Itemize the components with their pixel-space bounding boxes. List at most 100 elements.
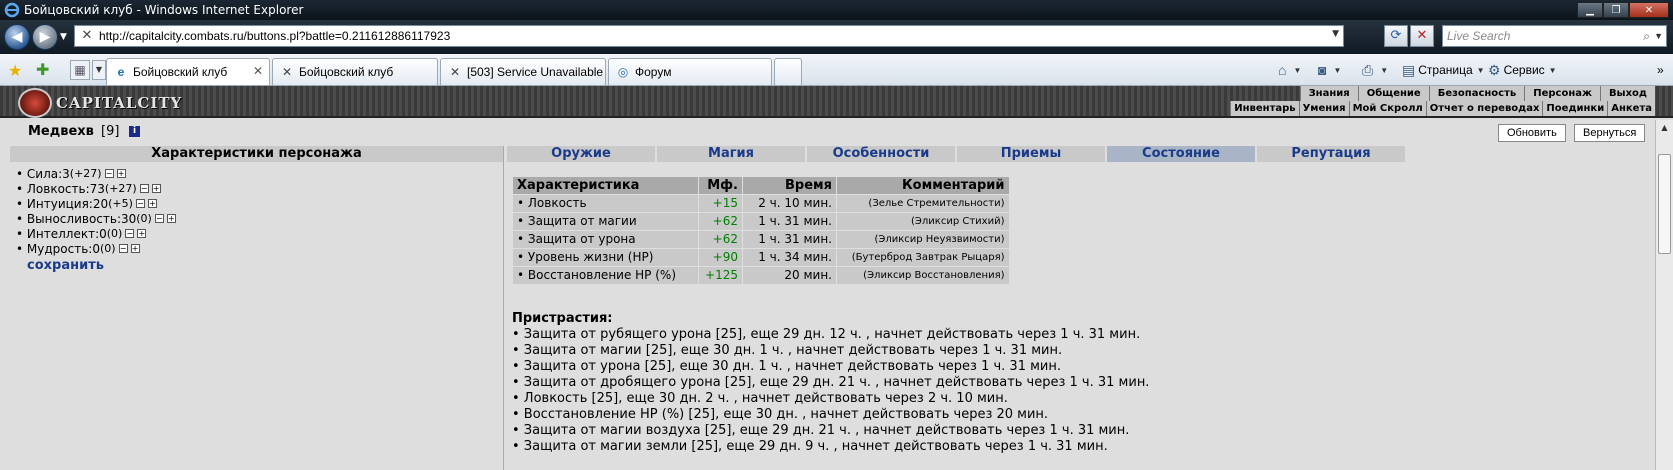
minus-icon[interactable]: − [135,199,145,208]
stat-value: 0 [92,241,100,256]
back-button[interactable]: ◀ [4,24,30,50]
game-frame: CAPITALCITY Знания Общение Безопасность … [0,86,1673,470]
menu-item-communication[interactable]: Общение [1357,86,1429,101]
refresh-button[interactable]: Обновить [1498,124,1566,142]
minus-icon[interactable]: − [139,184,149,193]
plus-icon[interactable]: + [166,214,176,223]
print-button[interactable]: ⎙ ▼ [1362,60,1388,80]
search-input[interactable]: Live Search ⌕ ▼ [1442,25,1667,47]
favorites-star-icon[interactable]: ★ [8,61,22,80]
browser-tab-label: Бойцовский клуб [133,65,228,79]
stat-row-strength: • Сила: 3 (+27) − + [16,166,126,181]
close-window-button[interactable]: ✕ [1629,2,1669,18]
window-controls: ▁ ❐ ✕ [1577,2,1669,18]
list-item: • Защита от урона [25], еще 30 дн. 1 ч. … [512,359,1061,374]
stats-list: • Сила: 3 (+27) − + • Ловкость: 73 (+27) − + •… [16,166,176,273]
new-tab-button[interactable] [774,58,802,85]
effect-comment: (Эликсир Неуязвимости) [836,229,1009,248]
plus-icon[interactable]: + [147,199,157,208]
stat-label: Мудрость: [26,241,93,256]
tab-state[interactable]: Состояние [1107,146,1257,162]
tab-features[interactable]: Особенности [807,146,957,162]
menu-item-skills[interactable]: Умения [1298,101,1349,116]
tab-magic[interactable]: Магия [657,146,807,162]
address-dropdown-icon[interactable]: ▼ [1332,29,1339,39]
browser-tab-label: Бойцовский клуб [299,65,394,79]
return-button[interactable]: Вернуться [1574,124,1646,142]
info-icon[interactable]: i [129,126,140,137]
save-link[interactable]: сохранить [27,258,176,273]
search-icon[interactable]: ⌕ [1643,26,1650,46]
game-header: CAPITALCITY Знания Общение Безопасность … [0,86,1673,118]
browser-tab-1[interactable]: e Бойцовский клуб ✕ [106,58,270,85]
tab-techniques[interactable]: Приемы [957,146,1107,162]
browser-tab-4[interactable]: ◎ Форум [608,58,772,85]
scrollbar-thumb[interactable] [1658,154,1671,254]
browser-tab-2[interactable]: ✕ Бойцовский клуб [272,58,438,85]
column-header: Характеристика [512,177,699,194]
list-item: • Защита от магии [25], еще 30 дн. 1 ч. … [512,343,1063,358]
stat-row-endurance: • Выносливость: 30 (0) − + [16,211,176,226]
column-header: Комментарий [836,177,1009,194]
address-url[interactable]: http://capitalcity.combats.ru/buttons.pl… [99,29,450,43]
effect-time: 1 ч. 34 мин. [742,247,837,266]
refresh-page-button[interactable]: ⟳ [1384,25,1408,47]
browser-tab-label: [503] Service Unavailable [467,65,604,79]
city-emblem-icon [18,88,52,118]
add-favorite-icon[interactable]: ✚ [36,60,49,79]
search-placeholder: Live Search [1447,29,1511,43]
effect-name: • Восстановление HP (%) [512,265,699,284]
tab-list-dropdown[interactable]: ▼ [92,60,106,80]
address-bar[interactable]: ✕ http://capitalcity.combats.ru/buttons.… [74,25,1344,47]
plus-icon[interactable]: + [116,169,126,178]
effect-name: • Уровень жизни (HP) [512,247,699,266]
menu-item-security[interactable]: Безопасность [1428,86,1525,101]
forward-button[interactable]: ▶ [32,24,58,50]
menu-item-transfer-report[interactable]: Отчет о переводах [1425,101,1543,116]
quick-tabs-button[interactable]: ▦ [70,60,90,80]
browser-tab-3[interactable]: ✕ [503] Service Unavailable [440,58,606,85]
menu-item-exit[interactable]: Выход [1599,86,1655,101]
tab-weapons[interactable]: Оружие [507,146,657,162]
minus-icon[interactable]: − [104,169,114,178]
stat-row-intellect: • Интеллект: 0 (0) − + [16,226,147,241]
home-button[interactable]: ⌂ ▼ [1278,60,1301,80]
forum-icon: ◎ [617,65,629,79]
menu-item-my-scroll[interactable]: Мой Скролл [1348,101,1426,116]
tools-menu-label: Сервис [1503,63,1545,77]
game-logo: CAPITALCITY [56,94,183,112]
toolbar-overflow-icon[interactable]: » [1657,60,1664,80]
effect-mf: +125 [698,265,743,284]
stat-label: Интеллект: [26,226,100,241]
minimize-button[interactable]: ▁ [1577,2,1603,18]
history-dropdown-icon[interactable]: ▼ [60,32,67,42]
close-tab-icon[interactable]: ✕ [253,64,263,78]
minus-icon[interactable]: − [118,244,128,253]
page-scrollbar[interactable]: ▲ [1655,120,1673,470]
stat-value: 73 [89,181,105,196]
list-item: • Защита от магии земли [25], еще 29 дн.… [512,439,1108,454]
menu-item-inventory[interactable]: Инвентарь [1230,101,1298,116]
tools-menu-button[interactable]: ⚙ Сервис ▼ [1488,60,1557,80]
tab-reputation[interactable]: Репутация [1257,146,1407,162]
minus-icon[interactable]: − [125,229,135,238]
page-menu-button[interactable]: ▤ Страница ▼ [1402,60,1485,80]
menu-item-knowledge[interactable]: Знания [1299,86,1358,101]
menu-item-profile[interactable]: Анкета [1607,101,1655,116]
plus-icon[interactable]: + [137,229,147,238]
window-title: Бойцовский клуб - Windows Internet Explo… [24,3,304,17]
menu-item-battles[interactable]: Поединки [1542,101,1607,116]
plus-icon[interactable]: + [151,184,161,193]
menu-item-character[interactable]: Персонаж [1524,86,1600,101]
feeds-button[interactable]: ◙ ▼ [1318,60,1341,80]
search-dropdown-icon[interactable]: ▼ [1654,26,1663,46]
game-content: Медвехв [9] i Обновить Вернуться Характе… [0,120,1655,470]
stat-label: Выносливость: [26,211,121,226]
plus-icon[interactable]: + [130,244,140,253]
game-menu-top: Знания Общение Безопасность Персонаж Вых… [1299,86,1655,101]
maximize-button[interactable]: ❐ [1603,2,1629,18]
stat-value: 0 [99,226,107,241]
scroll-up-icon[interactable]: ▲ [1656,120,1673,136]
minus-icon[interactable]: − [154,214,164,223]
stop-button[interactable]: ✕ [1410,25,1434,47]
